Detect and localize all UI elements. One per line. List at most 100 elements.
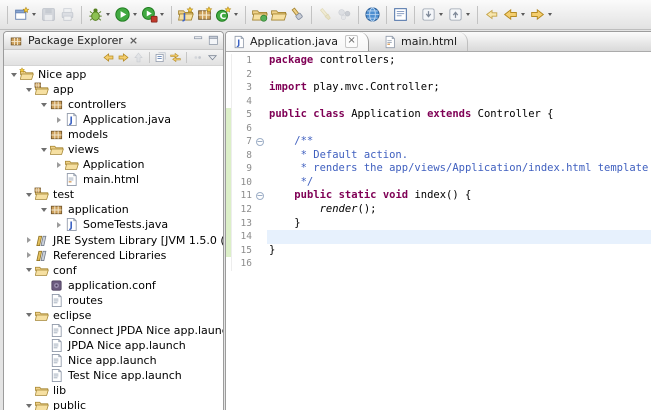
- tree-item[interactable]: views: [4, 142, 223, 157]
- expander-collapsed-icon[interactable]: [53, 222, 64, 228]
- package-explorer-tab[interactable]: Package Explorer ×: [9, 32, 138, 49]
- dropdown-arrow-icon[interactable]: [234, 13, 238, 16]
- code-line[interactable]: 5public class Application extends Contro…: [226, 108, 651, 122]
- open-file-button[interactable]: [269, 4, 288, 26]
- tree-item[interactable]: eclipse: [4, 308, 223, 323]
- forward-small-button[interactable]: [117, 51, 130, 64]
- back-small-button[interactable]: [102, 51, 115, 64]
- dropdown-arrow-icon[interactable]: [521, 13, 525, 16]
- tree-item[interactable]: Nice app.launch: [4, 353, 223, 368]
- expander-expanded-icon[interactable]: [23, 268, 34, 272]
- code-text[interactable]: public static void index() {: [267, 189, 651, 203]
- tree-item[interactable]: conf: [4, 263, 223, 278]
- code-text[interactable]: package controllers;: [267, 54, 651, 68]
- tree-item[interactable]: application.conf: [4, 278, 223, 293]
- run-button[interactable]: [113, 4, 140, 26]
- expander-expanded-icon[interactable]: [23, 193, 34, 197]
- tree-item[interactable]: app: [4, 82, 223, 97]
- expander-expanded-icon[interactable]: [38, 208, 49, 212]
- expander-collapsed-icon[interactable]: [23, 252, 34, 258]
- dropdown-arrow-icon[interactable]: [160, 13, 164, 16]
- code-text[interactable]: */: [267, 176, 651, 190]
- search-button[interactable]: [288, 4, 307, 26]
- code-line[interactable]: 11− public static void index() {: [226, 189, 651, 203]
- new-button[interactable]: [12, 4, 39, 26]
- expander-collapsed-icon[interactable]: [23, 237, 34, 243]
- code-text[interactable]: * renders the app/views/Application/inde…: [267, 162, 651, 176]
- web-browser-button[interactable]: [363, 4, 382, 26]
- fold-collapse-icon[interactable]: −: [256, 138, 264, 146]
- code-text[interactable]: [267, 230, 651, 244]
- prev-annotation-button[interactable]: [446, 4, 473, 26]
- next-annotation-button[interactable]: [419, 4, 446, 26]
- dropdown-arrow-icon[interactable]: [548, 13, 552, 16]
- last-edit-location-button[interactable]: [482, 4, 501, 26]
- back-button[interactable]: [501, 4, 528, 26]
- forward-button[interactable]: [528, 4, 555, 26]
- expander-expanded-icon[interactable]: [38, 103, 49, 107]
- code-line[interactable]: 2: [226, 68, 651, 82]
- code-line[interactable]: 4: [226, 95, 651, 109]
- code-text[interactable]: [267, 68, 651, 82]
- close-tab-icon[interactable]: ×: [345, 35, 358, 48]
- maximize-button[interactable]: [207, 34, 220, 47]
- code-line[interactable]: 15}: [226, 244, 651, 258]
- code-line[interactable]: 3import play.mvc.Controller;: [226, 81, 651, 95]
- link-with-editor-button[interactable]: [169, 51, 182, 64]
- tab-main-html[interactable]: main.html: [377, 32, 468, 51]
- expander-expanded-icon[interactable]: [23, 404, 34, 408]
- open-resource-button[interactable]: [250, 4, 269, 26]
- expander-collapsed-icon[interactable]: [53, 117, 64, 123]
- code-text[interactable]: [267, 257, 651, 271]
- expander-collapsed-icon[interactable]: [53, 162, 64, 168]
- new-java-project-button[interactable]: J: [176, 4, 195, 26]
- code-text[interactable]: import play.mvc.Controller;: [267, 81, 651, 95]
- code-text[interactable]: /**: [267, 135, 651, 149]
- expander-expanded-icon[interactable]: [23, 313, 34, 317]
- code-text[interactable]: [267, 95, 651, 109]
- code-text[interactable]: * Default action.: [267, 149, 651, 163]
- code-text[interactable]: public class Application extends Control…: [267, 108, 651, 122]
- dropdown-arrow-icon[interactable]: [133, 13, 137, 16]
- tree-item[interactable]: models: [4, 127, 223, 142]
- tree-item[interactable]: Referenced Libraries: [4, 248, 223, 263]
- tree-item[interactable]: main.html: [4, 172, 223, 187]
- code-line[interactable]: 7− /**: [226, 135, 651, 149]
- tree-item[interactable]: Nice app: [4, 67, 223, 82]
- code-line[interactable]: 14: [226, 230, 651, 244]
- fold-collapse-icon[interactable]: −: [256, 192, 264, 200]
- tree-item[interactable]: Application: [4, 157, 223, 172]
- tree-item[interactable]: routes: [4, 293, 223, 308]
- debug-button[interactable]: [86, 4, 113, 26]
- dropdown-arrow-icon[interactable]: [32, 13, 36, 16]
- view-menu-button[interactable]: [206, 51, 219, 64]
- code-line[interactable]: 9 * renders the app/views/Application/in…: [226, 162, 651, 176]
- code-line[interactable]: 13 }: [226, 217, 651, 231]
- code-text[interactable]: }: [267, 217, 651, 231]
- code-text[interactable]: render();: [267, 203, 651, 217]
- code-text[interactable]: }: [267, 244, 651, 258]
- tree-item[interactable]: test: [4, 187, 223, 202]
- new-class-button[interactable]: C: [214, 4, 241, 26]
- tree-item[interactable]: lib: [4, 383, 223, 398]
- minimize-button[interactable]: [192, 34, 205, 47]
- code-line[interactable]: 8 * Default action.: [226, 149, 651, 163]
- code-line[interactable]: 1package controllers;: [226, 54, 651, 68]
- dropdown-arrow-icon[interactable]: [439, 13, 443, 16]
- code-editor[interactable]: 1package controllers;23import play.mvc.C…: [226, 52, 651, 410]
- collapse-all-button[interactable]: [154, 51, 167, 64]
- tree-item[interactable]: application: [4, 202, 223, 217]
- tree-item[interactable]: JPDA Nice app.launch: [4, 338, 223, 353]
- code-line[interactable]: 6: [226, 122, 651, 136]
- tree-item[interactable]: Connect JPDA Nice app.launch: [4, 323, 223, 338]
- code-line[interactable]: 10 */: [226, 176, 651, 190]
- dropdown-arrow-icon[interactable]: [466, 13, 470, 16]
- code-line[interactable]: 16: [226, 257, 651, 271]
- expander-expanded-icon[interactable]: [38, 148, 49, 152]
- run-external-button[interactable]: [140, 4, 167, 26]
- expander-expanded-icon[interactable]: [23, 88, 34, 92]
- code-line[interactable]: 12 render();: [226, 203, 651, 217]
- console-button[interactable]: [391, 4, 410, 26]
- tree-item[interactable]: Test Nice app.launch: [4, 368, 223, 383]
- new-package-button[interactable]: [195, 4, 214, 26]
